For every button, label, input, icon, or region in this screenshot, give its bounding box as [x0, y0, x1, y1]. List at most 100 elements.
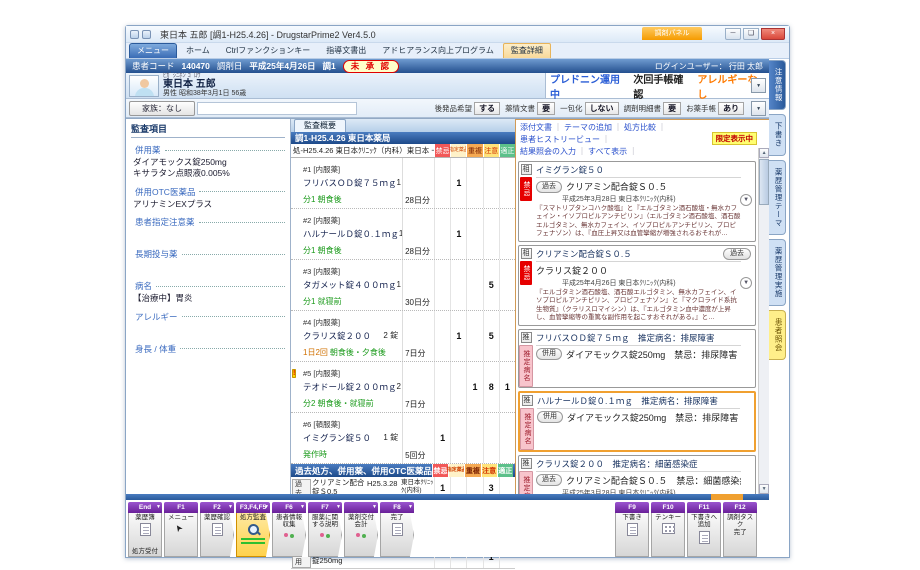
preference-value-button[interactable]: 要	[663, 102, 681, 115]
category-chip: 推	[522, 395, 533, 406]
ribbon-tab[interactable]: 監査詳細	[503, 43, 551, 58]
sidebar-entry[interactable]: キサラタン点眼液0.005%	[131, 168, 285, 179]
function-key-button[interactable]: F1▼ メニュー	[164, 502, 198, 557]
medication-row[interactable]: ! #4 [内服薬] クラリス錠２００2 錠 1日2回朝食後・夕食後 7日分 1	[291, 311, 515, 362]
ribbon-tab[interactable]: アドヒアランス向上プログラム	[375, 44, 501, 58]
preference-dropdown-button[interactable]: ▼	[751, 101, 766, 116]
past-button[interactable]: 過去	[723, 248, 751, 260]
panel-link[interactable]: 処方比較	[624, 123, 668, 132]
interaction-card[interactable]: 相 禁忌 クリアミン配合錠Ｓ０.５ クラリス錠２００ 平成25年4	[518, 245, 756, 326]
function-key-button[interactable]: F8▼ 完了	[380, 502, 414, 557]
button-label-line2: 収集	[283, 521, 296, 528]
minimize-button[interactable]: ─	[725, 28, 741, 40]
expand-button[interactable]: ▼	[740, 194, 752, 206]
sidebar-entry[interactable]: 病名	[131, 280, 285, 292]
card-title: ハルナールＤ錠０.１ｍｇ 推定病名：排尿障害	[537, 394, 740, 409]
panel-link[interactable]: テーマの追加	[564, 123, 624, 132]
medication-row[interactable]: ! #6 [頓服薬] イミグラン錠５０1 錠 発作時 5回分 1	[291, 413, 515, 464]
prescriber-row: 処-H25.4.26 東日本ｸﾘﾆｯｸ（内科）東日本 一 禁忌 指定薬品 重複 …	[291, 144, 515, 158]
sidebar-entry[interactable]: アリナミンEXプラス	[131, 199, 285, 210]
usage-text: 分1 朝食後	[303, 246, 342, 255]
vertical-tab[interactable]: 薬歴管理実施	[769, 239, 786, 306]
category-label: 禁忌	[520, 261, 532, 285]
flag-tekisei	[499, 311, 515, 361]
interaction-card[interactable]: 推 推定病名 ハルナールＤ錠０.１ｍｇ 推定病名：排尿障害 併用 ダイアモックス…	[518, 391, 756, 452]
flag-chui	[483, 413, 499, 463]
function-key-button[interactable]: F10 テンキー	[651, 502, 685, 557]
vertical-tab[interactable]: 薬歴管理テーマ	[769, 160, 786, 236]
sidebar-entry[interactable]: ダイアモックス錠250mg	[131, 157, 285, 168]
panel-link[interactable]: すべて表示	[588, 147, 639, 156]
restore-button[interactable]: ❏	[743, 28, 759, 40]
function-key-button[interactable]: F3,F4,F5▼ 処方監査	[236, 502, 270, 557]
button-label-line1: 完了	[391, 514, 404, 521]
family-button[interactable]: 家族：なし	[129, 101, 195, 116]
sidebar-entry[interactable]: 患者指定注意薬	[131, 216, 285, 228]
scroll-thumb[interactable]	[759, 159, 769, 205]
interaction-card[interactable]: 推 推定病名 フリバスＯＤ錠７５ｍｇ 推定病名：排尿障害 併用 ダイアモックス錠…	[518, 329, 756, 388]
interacting-drug: クラリス錠２００	[536, 264, 608, 277]
vertical-tab[interactable]: 注意情報	[769, 60, 786, 110]
vertical-tab[interactable]: 患者照会	[769, 310, 786, 360]
ribbon-tab[interactable]: メニュー	[129, 43, 177, 58]
ribbon-tab[interactable]: Ctrlファンクションキー	[219, 44, 317, 58]
rx-source-chip: 過去	[536, 474, 562, 486]
button-icon	[627, 523, 638, 536]
button-label-line1: 薬歴確認	[204, 514, 230, 521]
alert-area: プレドニン運用中 次回手帳確認 アレルギーなし ▼	[546, 73, 769, 98]
button-label-line2: 完了	[734, 529, 747, 536]
panel-scrollbar[interactable]: ▲ ▼	[758, 148, 769, 494]
function-key-label: F8▼	[380, 502, 414, 513]
card-category: 推 推定病名	[520, 393, 534, 450]
medication-row[interactable]: ! #2 [内服薬] ハルナールＤ錠０.１ｍｇ1 錠 分1 朝食後 28日分 1	[291, 209, 515, 260]
interaction-card[interactable]: 相 禁忌 イミグラン錠５０ 過去 クリアミン配合錠Ｓ０.５ 平成25	[518, 161, 756, 242]
panel-link[interactable]: 結果照会の入力	[520, 147, 588, 156]
function-key-button[interactable]: F2▼ 薬歴確認	[200, 502, 234, 557]
alert-dropdown-button[interactable]: ▼	[751, 78, 766, 93]
card-title: イミグラン錠５０	[536, 163, 741, 178]
preference-item: 薬情文書 要	[505, 102, 555, 115]
function-key-label: End▼	[128, 502, 162, 513]
tab-audit-overview[interactable]: 監査概要	[294, 119, 346, 132]
medication-row[interactable]: ! #1 [内服薬] フリバスＯＤ錠７５ｍｇ1 錠 分1 朝食後 28日分 1	[291, 158, 515, 209]
function-key-button[interactable]: F7▼ 服薬に関 する説明	[308, 502, 342, 557]
panel-link[interactable]: 患者ヒストリービュー	[520, 135, 612, 144]
function-key-button[interactable]: F12 調剤タスク 完了	[723, 502, 757, 557]
function-key-button[interactable]: End▼ 薬歴簿 処方受付	[128, 502, 162, 557]
scroll-down-icon[interactable]: ▼	[759, 484, 769, 494]
sidebar-entry[interactable]: 身長 / 体重	[131, 343, 285, 355]
preference-value-button[interactable]: あり	[718, 102, 744, 115]
sidebar-entry[interactable]: 併用OTC医薬品	[131, 186, 285, 198]
function-key-button[interactable]: F9 下書き	[615, 502, 649, 557]
flag-tekisei	[499, 158, 515, 208]
ribbon-tab[interactable]: 指導文書出	[319, 44, 373, 58]
sidebar-entry[interactable]: 【治療中】胃炎	[131, 293, 285, 304]
row-warning-cell: !	[291, 311, 301, 361]
sidebar-entry[interactable]	[131, 261, 285, 274]
sidebar-entry[interactable]	[131, 324, 285, 337]
function-key-button[interactable]: ▼ 薬剤交付 会計	[344, 502, 378, 557]
function-key-button[interactable]: F6▼ 患者情報 収集	[272, 502, 306, 557]
vertical-tab[interactable]: 下書き	[769, 114, 786, 156]
quick-access-icon[interactable]	[142, 30, 151, 39]
sidebar-entry[interactable]: アレルギー	[131, 311, 285, 323]
preference-value-button[interactable]: する	[474, 102, 500, 115]
flag-tekisei: 1	[499, 362, 515, 412]
sidebar-entry[interactable]: 長期投与薬	[131, 248, 285, 260]
scroll-up-icon[interactable]: ▲	[759, 148, 769, 158]
preference-value-button[interactable]: 要	[537, 102, 555, 115]
flag-chofuku	[466, 260, 482, 310]
interaction-card[interactable]: 推 推定病名 クラリス錠２００ 推定病名：細菌感染症 過去 クリアミン配合錠Ｓ０…	[518, 455, 756, 495]
preference-value-button[interactable]: しない	[585, 102, 619, 115]
medication-row[interactable]: ! #3 [内服薬] タガメット錠４００ｍｇ1 錠 分1 就寝前 30日分	[291, 260, 515, 311]
ribbon-tab[interactable]: ホーム	[179, 44, 217, 58]
sidebar-entry[interactable]: 併用薬	[131, 144, 285, 156]
medication-row[interactable]: ! #5 [内服薬] テオドール錠２００ｍｇ2 錠 分2 朝食後・就寝前 7日分…	[291, 362, 515, 413]
close-button[interactable]: ×	[761, 28, 785, 40]
sidebar-entry[interactable]	[131, 229, 285, 242]
progress-bars	[241, 538, 265, 540]
panel-link[interactable]: 添付文書	[520, 123, 564, 132]
function-key-button[interactable]: F11 下書きへ 追加	[687, 502, 721, 557]
interacting-drug: ダイアモックス錠250mg 禁忌：排尿障害	[567, 411, 738, 424]
audit-overview-panel: 監査概要 調1-H25.4.26 東日本薬局 処-H25.4.26 東日本ｸﾘﾆ…	[291, 119, 516, 494]
